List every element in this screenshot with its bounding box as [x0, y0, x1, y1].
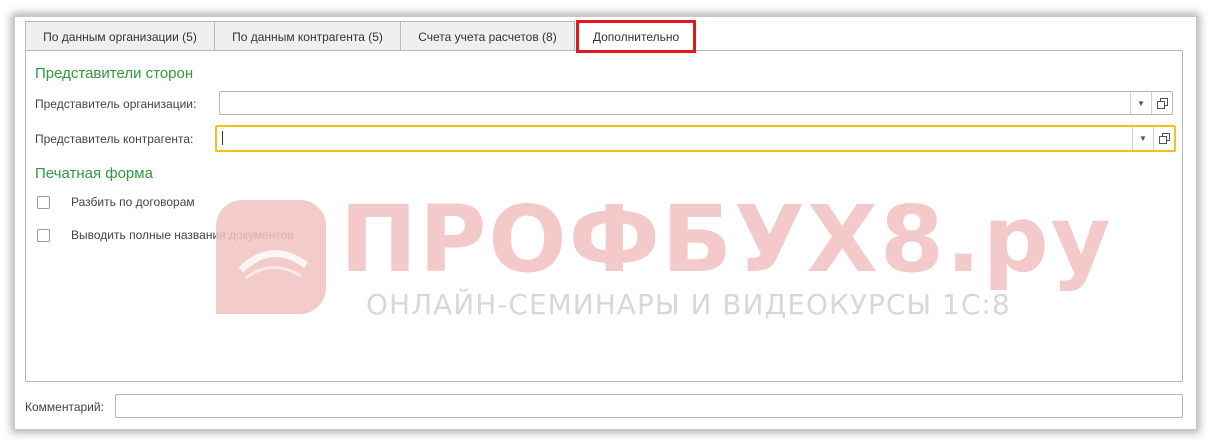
- watermark-subtitle: ОНЛАЙН-СЕМИНАРЫ И ВИДЕОКУРСЫ 1С:8: [366, 288, 1011, 321]
- representatives-section-title: Представители сторон: [35, 65, 194, 82]
- watermark: ПРОФБУХ8.ру ОНЛАЙН-СЕМИНАРЫ И ВИДЕОКУРСЫ…: [216, 186, 1111, 346]
- watermark-logo: [216, 200, 326, 314]
- chevron-down-icon: ▼: [1137, 98, 1145, 108]
- comment-label: Комментарий:: [25, 400, 104, 414]
- counterparty-representative-input[interactable]: [221, 129, 1122, 149]
- counterparty-representative-label: Представитель контрагента:: [35, 132, 194, 146]
- tab-organization-data[interactable]: По данным организации (5): [25, 21, 215, 51]
- comment-field[interactable]: [115, 394, 1183, 418]
- chevron-down-icon: ▼: [1139, 134, 1147, 143]
- tab-settlement-accounts[interactable]: Счета учета расчетов (8): [400, 21, 575, 51]
- organization-representative-dropdown-button[interactable]: ▼: [1130, 92, 1151, 114]
- tab-panel-additional: Представители сторон Представитель орган…: [25, 50, 1183, 382]
- split-by-contracts-checkbox[interactable]: [37, 196, 50, 209]
- print-form-section-title: Печатная форма: [35, 165, 153, 182]
- organization-representative-open-button[interactable]: [1151, 92, 1172, 114]
- counterparty-representative-dropdown-button[interactable]: ▼: [1132, 127, 1153, 150]
- watermark-title: ПРОФБУХ8.ру: [340, 186, 1113, 293]
- full-doc-names-label: Выводить полные названия документов: [71, 228, 294, 242]
- full-doc-names-checkbox[interactable]: [37, 229, 50, 242]
- open-form-icon: [1156, 97, 1168, 109]
- watermark-logo-mark: [238, 250, 309, 280]
- comment-input[interactable]: [120, 397, 1180, 417]
- open-form-icon: [1158, 133, 1170, 144]
- organization-representative-label: Представитель организации:: [35, 97, 197, 111]
- tab-counterparty-data[interactable]: По данным контрагента (5): [214, 21, 401, 51]
- counterparty-representative-field[interactable]: ▼: [215, 125, 1176, 152]
- tab-bar: По данным организации (5) По данным конт…: [25, 20, 1195, 53]
- document-form-window: По данным организации (5) По данным конт…: [14, 16, 1197, 430]
- organization-representative-input[interactable]: [224, 94, 1120, 114]
- split-by-contracts-label: Разбить по договорам: [71, 195, 195, 209]
- organization-representative-field[interactable]: ▼: [219, 91, 1173, 115]
- tab-additional[interactable]: Дополнительно: [576, 20, 696, 53]
- counterparty-representative-open-button[interactable]: [1153, 127, 1174, 150]
